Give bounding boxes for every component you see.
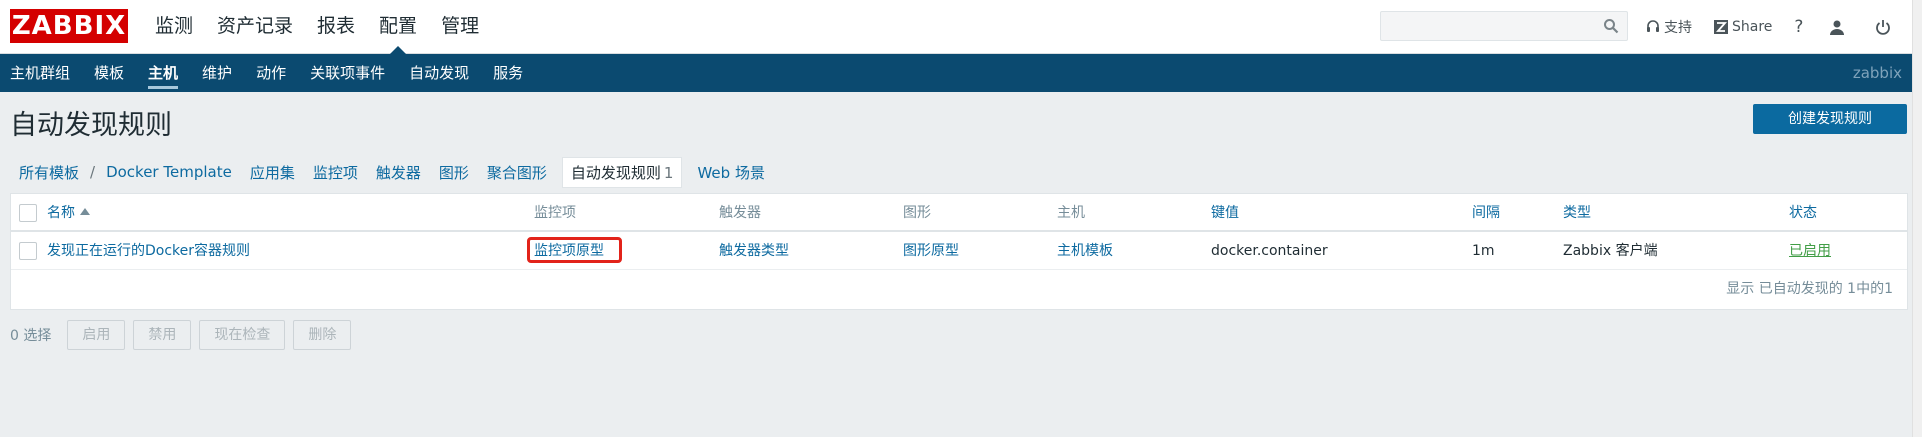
item-prototypes-link[interactable]: 监控项原型 bbox=[534, 232, 604, 270]
server-name: zabbix bbox=[1852, 64, 1902, 82]
logout-button[interactable] bbox=[1875, 19, 1895, 35]
tab-graphs[interactable]: 图形 bbox=[439, 162, 469, 183]
mass-actions: 0 选择 启用 禁用 现在检查 删除 bbox=[10, 320, 359, 350]
sub-menu-hosts[interactable]: 主机 bbox=[148, 54, 179, 92]
main-menu-administration[interactable]: 管理 bbox=[441, 0, 479, 54]
breadcrumb-separator: / bbox=[90, 163, 96, 181]
main-menu-reports[interactable]: 报表 bbox=[317, 0, 355, 54]
tab-web-scenarios[interactable]: Web 场景 bbox=[697, 162, 764, 183]
sub-menu: 主机群组 模板 主机 维护 动作 关联项事件 自动发现 服务 bbox=[10, 54, 547, 92]
status-toggle[interactable]: 已启用 bbox=[1789, 232, 1831, 270]
disable-button[interactable]: 禁用 bbox=[133, 320, 192, 350]
tab-screens[interactable]: 聚合图形 bbox=[487, 162, 547, 183]
rule-type: Zabbix 客户端 bbox=[1563, 243, 1658, 259]
main-menu-monitoring[interactable]: 监测 bbox=[155, 0, 193, 54]
sort-asc-icon bbox=[80, 207, 90, 215]
search-input[interactable] bbox=[1380, 11, 1628, 41]
tab-items[interactable]: 监控项 bbox=[313, 162, 358, 183]
header-key[interactable]: 键值 bbox=[1211, 194, 1239, 232]
graph-prototypes-link[interactable]: 图形原型 bbox=[903, 232, 959, 270]
header-triggers: 触发器 bbox=[719, 205, 761, 221]
rule-interval: 1m bbox=[1472, 243, 1495, 259]
header-hosts: 主机 bbox=[1057, 205, 1085, 221]
discovery-rules-table: 名称 监控项 触发器 图形 主机 键值 间隔 类型 状态 发现正在运行的Dock… bbox=[10, 193, 1908, 310]
share-link[interactable]: Share bbox=[1714, 19, 1772, 35]
table-footer-summary: 显示 已自动发现的 1中的1 bbox=[1726, 281, 1893, 297]
sub-menu-services[interactable]: 服务 bbox=[493, 54, 523, 92]
zabbix-share-icon bbox=[1714, 20, 1728, 34]
support-label: 支持 bbox=[1664, 20, 1692, 36]
header-items: 监控项 bbox=[534, 205, 576, 221]
host-prototypes-link[interactable]: 主机模板 bbox=[1057, 232, 1113, 270]
rule-key: docker.container bbox=[1211, 243, 1328, 259]
sub-menu-maintenance[interactable]: 维护 bbox=[202, 54, 232, 92]
sub-menu-event-correlation[interactable]: 关联项事件 bbox=[310, 54, 385, 92]
tab-discovery-label: 自动发现规则 bbox=[570, 163, 661, 182]
table-row: 发现正在运行的Docker容器规则 监控项原型 触发器类型 图形原型 主机模板 … bbox=[11, 232, 1907, 270]
question-icon: ? bbox=[1794, 17, 1804, 37]
breadcrumb-template[interactable]: Docker Template bbox=[106, 163, 232, 181]
sub-menu-templates[interactable]: 模板 bbox=[94, 54, 124, 92]
top-links: 支持 Share ? bbox=[1646, 0, 1921, 54]
breadcrumb: 所有模板 / Docker Template 应用集 监控项 触发器 图形 聚合… bbox=[10, 156, 774, 188]
create-discovery-rule-button[interactable]: 创建发现规则 bbox=[1753, 104, 1907, 134]
sub-menu-bar: 主机群组 模板 主机 维护 动作 关联项事件 自动发现 服务 zabbix bbox=[0, 54, 1912, 92]
power-icon bbox=[1876, 20, 1891, 35]
tab-discovery-rules[interactable]: 自动发现规则 1 bbox=[561, 156, 683, 188]
support-link[interactable]: 支持 bbox=[1646, 17, 1692, 37]
main-menu: 监测 资产记录 报表 配置 管理 bbox=[155, 0, 503, 54]
tab-applications[interactable]: 应用集 bbox=[250, 162, 295, 183]
headset-icon bbox=[1647, 20, 1659, 32]
header-name[interactable]: 名称 bbox=[47, 194, 90, 232]
header-type[interactable]: 类型 bbox=[1563, 194, 1591, 232]
header-interval[interactable]: 间隔 bbox=[1472, 194, 1500, 232]
profile-button[interactable] bbox=[1829, 19, 1849, 35]
share-label: Share bbox=[1732, 19, 1773, 35]
sub-menu-actions[interactable]: 动作 bbox=[256, 54, 286, 92]
user-icon bbox=[1830, 20, 1845, 35]
main-menu-configuration[interactable]: 配置 bbox=[379, 0, 417, 54]
select-all-checkbox[interactable] bbox=[19, 204, 37, 222]
table-header: 名称 监控项 触发器 图形 主机 键值 间隔 类型 状态 bbox=[11, 194, 1907, 232]
zabbix-logo[interactable]: ZABBIX bbox=[10, 9, 128, 43]
tab-triggers[interactable]: 触发器 bbox=[376, 162, 421, 183]
sub-menu-host-groups[interactable]: 主机群组 bbox=[10, 54, 70, 92]
breadcrumb-all-templates[interactable]: 所有模板 bbox=[19, 162, 79, 183]
help-button[interactable]: ? bbox=[1794, 17, 1803, 37]
main-menu-inventory[interactable]: 资产记录 bbox=[217, 0, 293, 54]
trigger-prototypes-link[interactable]: 触发器类型 bbox=[719, 232, 789, 270]
rule-name-link[interactable]: 发现正在运行的Docker容器规则 bbox=[47, 232, 250, 270]
header-status[interactable]: 状态 bbox=[1789, 194, 1817, 232]
page-title: 自动发现规则 bbox=[10, 110, 172, 141]
search-icon[interactable] bbox=[1603, 18, 1619, 34]
top-header: ZABBIX 监测 资产记录 报表 配置 管理 支持 Share ? bbox=[0, 0, 1922, 54]
vertical-scrollbar[interactable] bbox=[1912, 0, 1922, 437]
check-now-button[interactable]: 现在检查 bbox=[199, 320, 286, 350]
header-graphs: 图形 bbox=[903, 205, 931, 221]
row-checkbox[interactable] bbox=[19, 242, 37, 260]
sub-menu-discovery[interactable]: 自动发现 bbox=[409, 54, 469, 92]
header-name-label: 名称 bbox=[47, 205, 75, 221]
selected-count: 0 选择 bbox=[10, 328, 52, 344]
tab-discovery-count: 1 bbox=[663, 163, 674, 182]
enable-button[interactable]: 启用 bbox=[67, 320, 126, 350]
delete-button[interactable]: 删除 bbox=[293, 320, 352, 350]
